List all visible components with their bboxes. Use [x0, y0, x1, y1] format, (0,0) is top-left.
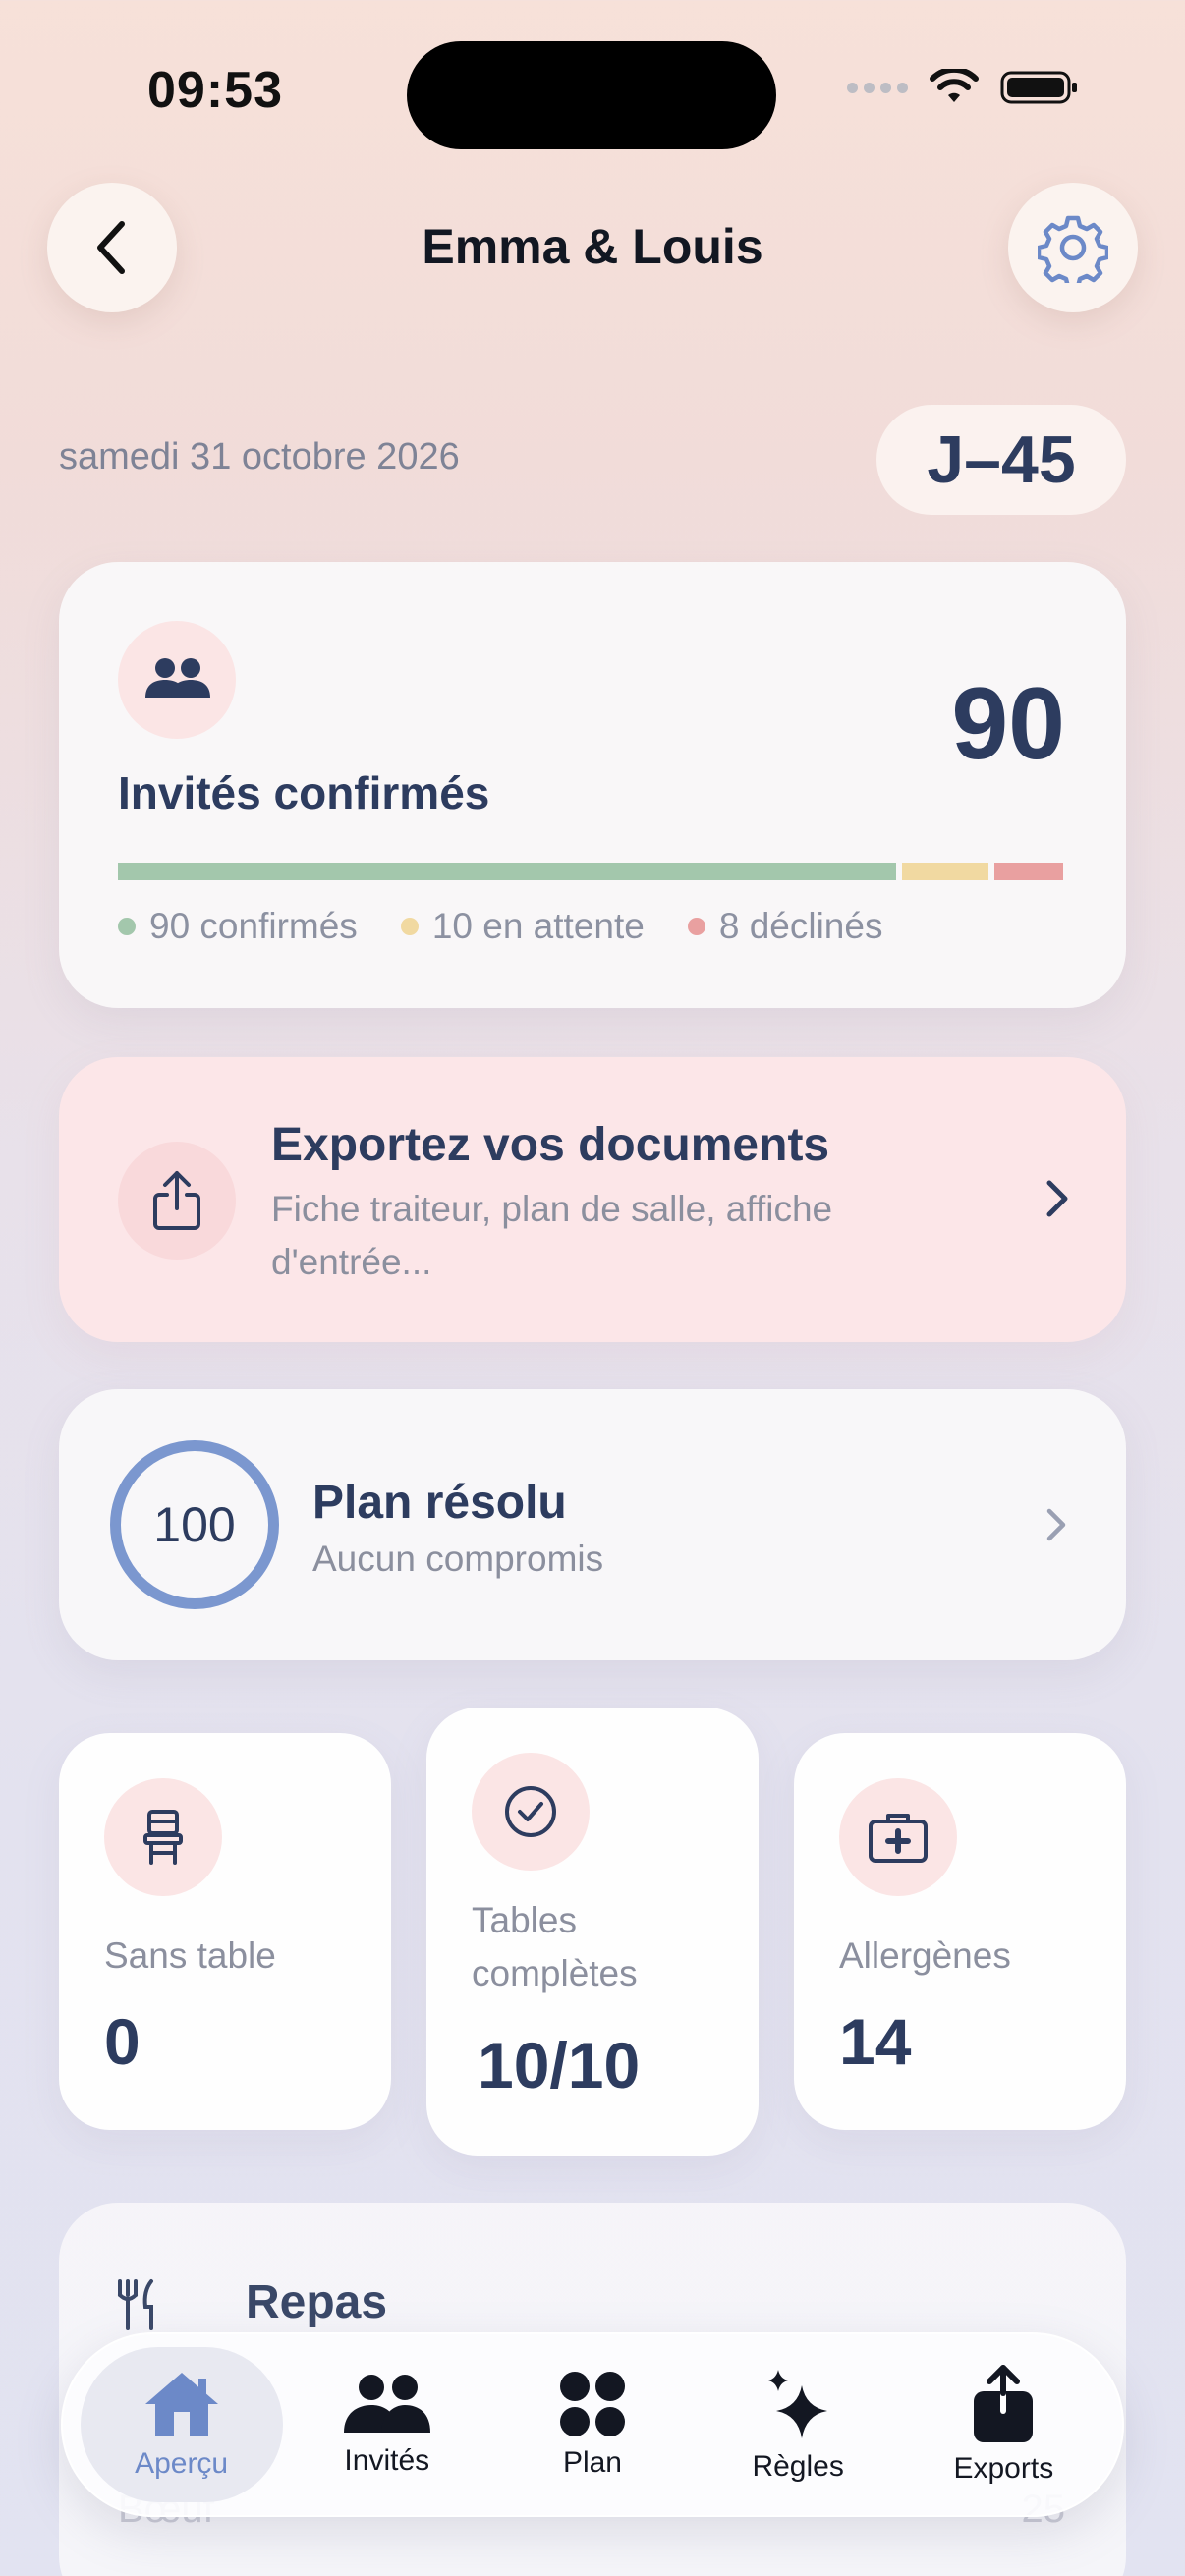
export-documents-card[interactable]: Exportez vos documents Fiche traiteur, p… [59, 1057, 1126, 1342]
share-icon [153, 1171, 200, 1230]
stat-label: Allergènes [839, 1935, 1011, 1976]
tab-label: Plan [562, 2446, 622, 2479]
plan-subtitle: Aucun compromis [312, 1539, 604, 1579]
tab-bar: Aperçu Invités Plan Règles Exports [61, 2332, 1124, 2517]
gear-icon [1038, 215, 1108, 283]
stat-icon-bubble [839, 1778, 957, 1896]
wifi-icon [930, 69, 979, 102]
tab-label: Exports [953, 2452, 1054, 2485]
plan-title: Plan résolu [312, 1477, 567, 1529]
export-subtitle: Fiche traiteur, plan de salle, affiche d… [271, 1189, 833, 1282]
settings-button[interactable] [1008, 183, 1138, 312]
stat-icon-bubble [472, 1753, 590, 1871]
bar-segment-pending [901, 863, 988, 880]
tab-label: Invités [344, 2444, 430, 2477]
stat-unseated[interactable]: Sans table 0 [59, 1733, 391, 2130]
stat-allergens[interactable]: Allergènes 14 [794, 1733, 1126, 2130]
bar-segment-declined [993, 863, 1063, 880]
export-icon-bubble [118, 1142, 236, 1260]
chevron-right-icon [1046, 1508, 1066, 1541]
sparkles-icon [768, 2370, 828, 2438]
battery-icon [1000, 71, 1077, 104]
tab-label: Règles [752, 2450, 844, 2483]
dynamic-island [407, 41, 776, 149]
stat-label: Tables complètes [472, 1900, 638, 1993]
legend-confirmed: 90 confirmés [118, 906, 358, 947]
bar-segment-confirmed [118, 863, 896, 880]
event-date: samedi 31 octobre 2026 [59, 436, 460, 477]
tab-rules[interactable]: Règles [697, 2347, 899, 2502]
stat-icon-bubble [104, 1778, 222, 1896]
chevron-right-icon [1046, 1180, 1068, 1217]
guests-count: 90 [951, 667, 1065, 781]
tab-plan[interactable]: Plan [491, 2347, 694, 2502]
guests-card[interactable]: 90 Invités confirmés 90 confirmés 10 en … [59, 562, 1126, 1008]
people-icon [145, 658, 210, 698]
utensils-icon [118, 2279, 153, 2330]
first-aid-kit-icon [869, 1814, 928, 1863]
legend-dot-icon [687, 918, 705, 935]
legend-pending: 10 en attente [400, 906, 645, 947]
cellular-signal-icon [847, 82, 908, 93]
chair-icon [143, 1810, 183, 1865]
legend-dot-icon [400, 918, 419, 935]
stat-value: 0 [104, 2005, 141, 2078]
people-icon [343, 2375, 430, 2433]
home-icon [144, 2373, 218, 2436]
guests-icon-bubble [118, 621, 236, 739]
legend-dot-icon [118, 918, 136, 935]
stat-label: Sans table [104, 1935, 276, 1976]
rsvp-progress-bar [118, 863, 1063, 880]
grid-dots-icon [559, 2372, 625, 2436]
export-title: Exportez vos documents [271, 1119, 830, 1171]
stat-value: 10/10 [478, 2029, 641, 2101]
rsvp-legend: 90 confirmés 10 en attente 8 déclinés [118, 906, 882, 947]
tab-label: Aperçu [135, 2447, 229, 2480]
guests-title: Invités confirmés [118, 767, 490, 818]
check-circle-icon [505, 1786, 556, 1837]
share-icon [974, 2365, 1034, 2442]
tab-exports[interactable]: Exports [902, 2347, 1104, 2502]
plan-score-ring: 100 [110, 1440, 279, 1609]
countdown-badge: J–45 [876, 405, 1126, 515]
status-time: 09:53 [147, 62, 283, 119]
tab-overview[interactable]: Aperçu [80, 2347, 283, 2502]
plan-status-card[interactable]: 100 Plan résolu Aucun compromis [59, 1389, 1126, 1660]
status-icons [847, 69, 1079, 106]
stat-value: 14 [839, 2005, 912, 2078]
tab-guests[interactable]: Invités [286, 2347, 488, 2502]
stat-full-tables[interactable]: Tables complètes 10/10 [426, 1708, 759, 2156]
legend-declined: 8 déclinés [687, 906, 882, 947]
meals-title: Repas [246, 2276, 388, 2328]
